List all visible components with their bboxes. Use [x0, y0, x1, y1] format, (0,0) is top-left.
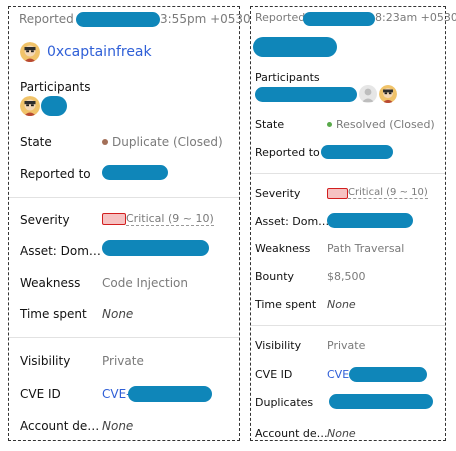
asset-label: Asset: Dom…	[255, 215, 330, 228]
redacted-reported-date	[76, 12, 160, 27]
divider	[251, 325, 445, 326]
time-spent-value: None	[327, 298, 356, 311]
account-details-value: None	[327, 427, 356, 440]
reported-time: 8:23am +0530	[375, 11, 456, 24]
redacted-participants[interactable]	[255, 87, 357, 102]
divider	[251, 173, 445, 174]
account-details-label: Account de…	[20, 419, 100, 433]
time-spent-label: Time spent	[255, 298, 317, 311]
state-dot-icon	[327, 122, 332, 127]
reported-to-label: Reported to	[255, 146, 320, 159]
severity-label: Severity	[20, 213, 70, 227]
cve-id-label: CVE ID	[20, 387, 61, 401]
divider	[9, 337, 239, 338]
reported-time: 3:55pm +0530	[160, 12, 251, 26]
state-dot-icon	[102, 139, 108, 145]
redacted-asset[interactable]	[327, 213, 413, 228]
weakness-value: Path Traversal	[327, 242, 405, 255]
redacted-reporter-name[interactable]	[253, 37, 337, 57]
account-details-label: Account de…	[255, 427, 328, 440]
severity-label: Severity	[255, 187, 301, 200]
severity-value[interactable]: Critical (9 ~ 10)	[348, 187, 428, 199]
redacted-participant-avatar[interactable]	[41, 96, 67, 116]
state-label: State	[255, 118, 285, 131]
left-report-panel: Reported 3:55pm +0530 0xcaptainfreak Par…	[8, 6, 251, 441]
cve-id-link[interactable]: CVE-	[102, 387, 131, 401]
divider	[9, 197, 239, 198]
visibility-label: Visibility	[255, 339, 302, 352]
time-spent-label: Time spent	[20, 307, 87, 321]
severity-meter-icon	[327, 188, 348, 199]
severity-meter-icon	[102, 213, 126, 225]
duplicates-label: Duplicates	[255, 396, 314, 409]
time-spent-value: None	[102, 307, 134, 321]
redacted-reported-to[interactable]	[321, 145, 393, 159]
account-details-value: None	[102, 419, 134, 433]
participant-avatar-icon[interactable]	[379, 85, 397, 103]
bounty-label: Bounty	[255, 270, 295, 283]
weakness-value: Code Injection	[102, 276, 188, 290]
participants-label: Participants	[255, 71, 320, 84]
cve-id-label: CVE ID	[255, 368, 293, 381]
bounty-value: $8,500	[327, 270, 366, 283]
asset-label: Asset: Dom…	[20, 244, 101, 258]
state-label: State	[20, 135, 52, 149]
redacted-reported-to[interactable]	[102, 165, 168, 180]
redacted-cve-number[interactable]	[128, 386, 212, 402]
redacted-cve-number[interactable]	[349, 367, 427, 382]
redacted-asset[interactable]	[102, 240, 209, 256]
visibility-value: Private	[102, 354, 144, 368]
weakness-label: Weakness	[255, 242, 311, 255]
reported-prefix: Reported	[255, 11, 306, 24]
visibility-value: Private	[327, 339, 366, 352]
state-value: Resolved (Closed)	[336, 118, 435, 131]
redacted-reported-date	[303, 12, 375, 26]
user-placeholder-icon[interactable]	[359, 85, 377, 103]
right-report-panel: Reported 8:23am +0530 Participants State…	[250, 6, 456, 441]
redacted-duplicate-report[interactable]	[329, 394, 433, 409]
visibility-label: Visibility	[20, 354, 71, 368]
reporter-name-link[interactable]: 0xcaptainfreak	[47, 44, 152, 60]
weakness-label: Weakness	[20, 276, 81, 290]
reporter-avatar-icon[interactable]	[20, 42, 40, 62]
participant-avatar-icon[interactable]	[20, 96, 40, 116]
participants-label: Participants	[20, 80, 91, 94]
reported-prefix: Reported	[19, 12, 74, 26]
severity-value[interactable]: Critical (9 ~ 10)	[126, 212, 214, 226]
reported-to-label: Reported to	[20, 167, 91, 181]
state-value: Duplicate (Closed)	[112, 135, 223, 149]
